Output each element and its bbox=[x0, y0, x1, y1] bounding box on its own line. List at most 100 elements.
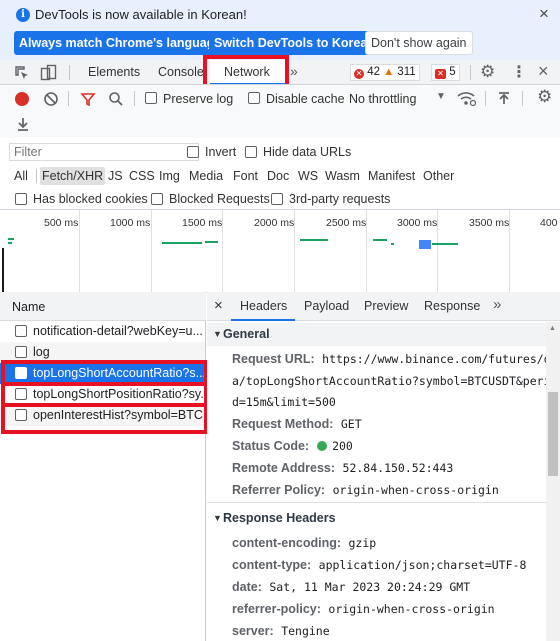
device-toolbar-icon[interactable] bbox=[40, 64, 58, 81]
request-bar bbox=[373, 239, 387, 241]
type-filter-all[interactable]: All bbox=[12, 167, 30, 185]
issues-count: 5 bbox=[449, 66, 456, 78]
hide-data-urls-checkbox[interactable] bbox=[245, 146, 257, 158]
remote-address-label: Remote Address: bbox=[232, 461, 336, 475]
scrollbar-thumb[interactable] bbox=[548, 392, 558, 476]
network-settings-gear-icon[interactable]: ⚙ bbox=[537, 87, 552, 107]
tab-response[interactable]: Response bbox=[424, 299, 480, 313]
tab-payload[interactable]: Payload bbox=[304, 299, 349, 313]
infobar-message: DevTools is now available in Korean! bbox=[35, 7, 247, 22]
filter-bar: Filter Invert Hide data URLs All Fetch/X… bbox=[0, 138, 560, 210]
issues-badge[interactable]: ✕ 5 bbox=[431, 64, 460, 81]
network-overview-timeline[interactable]: 500 ms 1000 ms 1500 ms 2000 ms 2500 ms 3… bbox=[0, 210, 560, 292]
highlight-box-divider bbox=[1, 403, 208, 407]
type-filter-manifest[interactable]: Manifest bbox=[366, 167, 417, 185]
network-toolbar: Preserve log Disable cache No throttling… bbox=[0, 85, 560, 138]
referrer-policy-value: origin-when-cross-origin bbox=[332, 483, 499, 497]
more-tabs-chevron-icon[interactable]: » bbox=[290, 63, 298, 79]
close-devtools-icon[interactable]: × bbox=[538, 61, 549, 82]
toolbar-divider-3 bbox=[485, 91, 486, 106]
throttling-select[interactable]: No throttling bbox=[349, 92, 416, 106]
issues-icon: ✕ bbox=[435, 69, 446, 79]
tab-preview[interactable]: Preview bbox=[364, 299, 408, 313]
type-filter-ws[interactable]: WS bbox=[296, 167, 320, 185]
response-header-row: referrer-policy: origin-when-cross-origi… bbox=[232, 601, 495, 617]
has-blocked-cookies-checkbox[interactable] bbox=[15, 193, 27, 205]
tab-console[interactable]: Console bbox=[158, 65, 204, 79]
third-party-label: 3rd-party requests bbox=[289, 192, 391, 206]
third-party-checkbox[interactable] bbox=[271, 193, 283, 205]
preserve-log-label: Preserve log bbox=[163, 92, 234, 106]
customize-menu-icon[interactable]: ⋮ bbox=[511, 62, 527, 82]
highlight-box-divider bbox=[1, 382, 208, 386]
triangle-down-icon: ▼ bbox=[213, 329, 222, 339]
detail-scrollbar[interactable]: ▲ bbox=[546, 322, 560, 641]
network-conditions-wifi-icon[interactable] bbox=[457, 90, 477, 108]
more-detail-tabs-chevron-icon[interactable]: » bbox=[493, 296, 501, 313]
hide-data-urls-label: Hide data URLs bbox=[263, 145, 352, 159]
preserve-log-checkbox[interactable] bbox=[145, 92, 157, 104]
request-bar bbox=[8, 238, 14, 240]
export-har-icon[interactable] bbox=[15, 116, 31, 132]
dont-show-again-button[interactable]: Don't show again bbox=[365, 31, 473, 55]
toolbar-divider bbox=[68, 91, 69, 106]
clear-icon[interactable] bbox=[43, 91, 59, 107]
type-divider bbox=[36, 169, 37, 183]
type-filter-js[interactable]: JS bbox=[106, 167, 125, 185]
warning-count: 311 bbox=[397, 66, 416, 78]
disable-cache-checkbox[interactable] bbox=[248, 92, 260, 104]
error-count-badge[interactable]: ✕ 42 ▲ 311 bbox=[350, 64, 420, 81]
search-icon[interactable] bbox=[108, 91, 124, 107]
request-bar bbox=[432, 243, 458, 245]
chevron-down-icon[interactable]: ▼ bbox=[436, 91, 446, 102]
filter-icon[interactable] bbox=[80, 91, 96, 107]
detail-tabbar: × Headers Payload Preview Response » bbox=[207, 292, 560, 321]
info-icon: i bbox=[16, 8, 30, 22]
request-type-icon bbox=[15, 346, 27, 358]
type-filter-doc[interactable]: Doc bbox=[265, 167, 291, 185]
request-list: Name notification-detail?webKey=u... log… bbox=[0, 292, 206, 641]
inspect-element-icon[interactable] bbox=[14, 65, 30, 81]
response-header-key: server: bbox=[232, 624, 274, 638]
request-bar bbox=[162, 242, 202, 244]
tab-elements[interactable]: Elements bbox=[88, 65, 140, 79]
type-filter-wasm[interactable]: Wasm bbox=[323, 167, 362, 185]
response-header-value: application/json;charset=UTF-8 bbox=[318, 558, 527, 572]
record-icon[interactable] bbox=[15, 92, 29, 106]
type-filter-css[interactable]: CSS bbox=[127, 167, 157, 185]
timeline-tick-label: 2000 ms bbox=[254, 217, 295, 229]
type-filter-font[interactable]: Font bbox=[231, 167, 260, 185]
response-header-key: referrer-policy: bbox=[232, 602, 321, 616]
close-icon[interactable]: × bbox=[539, 4, 549, 24]
blocked-requests-checkbox[interactable] bbox=[151, 193, 163, 205]
type-filter-fetch-xhr[interactable]: Fetch/XHR bbox=[40, 167, 106, 185]
highlight-box-requests bbox=[1, 360, 208, 434]
type-filter-media[interactable]: Media bbox=[187, 167, 225, 185]
request-url-value-line: a/topLongShortAccountRatio?symbol=BTCUSD… bbox=[232, 374, 558, 388]
import-har-icon[interactable] bbox=[496, 91, 512, 107]
type-filter-other[interactable]: Other bbox=[421, 167, 456, 185]
response-headers-title: Response Headers bbox=[223, 511, 336, 525]
filter-input[interactable]: Filter bbox=[9, 143, 199, 161]
remote-address-value: 52.84.150.52:443 bbox=[342, 461, 454, 475]
settings-gear-icon[interactable]: ⚙ bbox=[480, 62, 495, 82]
response-header-key: content-encoding: bbox=[232, 536, 342, 550]
response-headers-section-header[interactable]: ▼ Response Headers bbox=[207, 507, 547, 530]
tab-headers[interactable]: Headers bbox=[240, 299, 287, 313]
response-header-row: content-type: application/json;charset=U… bbox=[232, 557, 526, 573]
invert-checkbox[interactable] bbox=[187, 146, 199, 158]
request-list-header[interactable]: Name bbox=[0, 292, 206, 321]
remote-address-row: Remote Address: 52.84.150.52:443 bbox=[232, 460, 453, 476]
timeline-tick-label: 400 bbox=[540, 217, 558, 229]
always-match-language-button[interactable]: Always match Chrome's language bbox=[14, 31, 227, 55]
switch-to-korean-button[interactable]: Switch DevTools to Korean bbox=[209, 31, 380, 55]
timeline-tick-label: 2500 ms bbox=[326, 217, 367, 229]
request-url-label: Request URL: bbox=[232, 352, 315, 366]
response-header-row: content-encoding: gzip bbox=[232, 535, 376, 551]
tabbar-divider bbox=[69, 65, 70, 80]
type-filter-img[interactable]: Img bbox=[157, 167, 182, 185]
request-row[interactable]: notification-detail?webKey=u... bbox=[0, 321, 205, 342]
scroll-up-arrow-icon[interactable]: ▲ bbox=[549, 325, 556, 332]
close-detail-icon[interactable]: × bbox=[214, 297, 223, 314]
general-section-header[interactable]: ▼ General bbox=[207, 323, 547, 346]
